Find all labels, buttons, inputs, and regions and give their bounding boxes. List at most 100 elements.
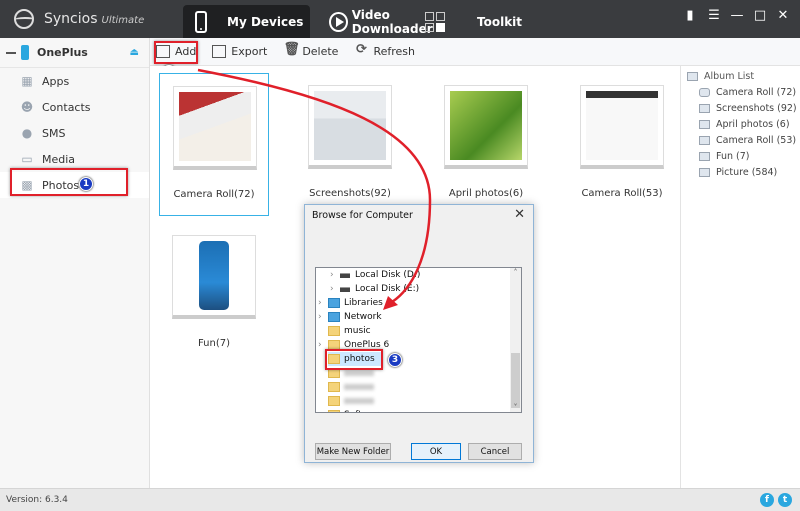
chevron-right-icon: › <box>318 298 322 308</box>
apps-icon: ▦ <box>21 74 33 88</box>
album-list-label: Picture (584) <box>716 166 778 178</box>
chevron-right-icon: › <box>330 284 334 294</box>
cancel-button[interactable]: Cancel <box>468 443 522 460</box>
device-phone-icon <box>21 45 29 60</box>
album-list-item[interactable]: April photos (6) <box>681 116 800 132</box>
network-icon <box>328 312 340 322</box>
tree-label: Local Disk (D:) <box>355 270 421 280</box>
album-list-header: Album List <box>681 68 800 84</box>
version-label: Version: 6.3.4 <box>6 495 68 505</box>
album-item[interactable]: Camera Roll(53) <box>567 73 677 218</box>
minimize-icon[interactable]: — <box>729 8 745 23</box>
media-icon: ▭ <box>21 152 33 166</box>
grid-icon <box>425 11 445 32</box>
album-thumbnail <box>444 85 528 169</box>
toolbar: Add Export 🗑 Delete ⟳ Refresh <box>150 38 800 66</box>
feedback-icon[interactable]: ▮ <box>682 8 698 23</box>
album-thumbnail <box>173 86 257 170</box>
tree-item[interactable]: › Local Disk (E:) <box>330 282 419 296</box>
disk-icon <box>340 286 350 292</box>
tab-my-devices[interactable]: My Devices <box>183 5 310 38</box>
tree-item[interactable]: › Network <box>318 310 382 324</box>
album-label: April photos(6) <box>448 188 524 199</box>
refresh-icon: ⟳ <box>356 42 367 57</box>
menu-icon[interactable]: ☰ <box>706 8 722 23</box>
close-icon[interactable]: ✕ <box>775 8 791 23</box>
disk-icon <box>340 272 350 278</box>
album-item[interactable]: Screenshots(92) <box>295 73 405 218</box>
device-row[interactable]: OnePlus ⏏ <box>0 38 149 68</box>
sidebar-item-label: Contacts <box>42 100 91 114</box>
tree-item[interactable] <box>328 394 374 408</box>
album-item[interactable]: April photos(6) <box>431 73 541 218</box>
tree-scrollbar[interactable]: ˄ ˅ <box>510 268 521 412</box>
title-bar: Syncios Ultimate My Devices Video Downloa… <box>0 0 800 38</box>
export-button[interactable]: Export <box>212 45 267 58</box>
step-badge-3: 3 <box>388 353 402 367</box>
collapse-icon[interactable] <box>6 51 16 54</box>
delete-label: Delete <box>302 45 339 58</box>
album-thumbnail <box>580 85 664 169</box>
album-list-panel: Album List Camera Roll (72) Screenshots … <box>680 66 800 488</box>
refresh-label: Refresh <box>373 45 416 58</box>
make-new-folder-button[interactable]: Make New Folder <box>315 443 391 460</box>
scroll-down-icon[interactable]: ˅ <box>510 403 521 412</box>
blurred-label <box>344 398 374 404</box>
album-list-item[interactable]: Camera Roll (72) <box>681 84 800 100</box>
eject-icon[interactable]: ⏏ <box>130 47 139 58</box>
device-name: OnePlus <box>37 46 88 59</box>
blurred-label <box>344 370 374 376</box>
ok-button[interactable]: OK <box>411 443 461 460</box>
syncios-logo-icon <box>14 9 34 29</box>
export-label: Export <box>231 45 268 58</box>
maximize-icon[interactable]: □ <box>752 8 768 23</box>
tree-item[interactable]: › Libraries <box>318 296 383 310</box>
tree-label: Softwares <box>344 410 388 412</box>
scrollbar-thumb[interactable] <box>511 353 520 408</box>
dialog-close-icon[interactable]: ✕ <box>514 207 525 222</box>
folder-icon <box>328 326 340 336</box>
sidebar-item-sms[interactable]: ● SMS <box>0 120 149 146</box>
album-item[interactable]: Fun(7) <box>159 223 269 368</box>
album-item[interactable]: Camera Roll(72) <box>159 73 269 216</box>
tree-label: Network <box>344 312 382 322</box>
highlight-photos <box>10 168 128 196</box>
sidebar-item-contacts[interactable]: ☻ Contacts <box>0 94 149 120</box>
chevron-right-icon: › <box>330 270 334 280</box>
tree-item[interactable] <box>328 380 374 394</box>
trash-icon: 🗑 <box>283 42 300 57</box>
facebook-icon[interactable]: f <box>760 493 774 507</box>
album-list-item[interactable]: Picture (584) <box>681 164 800 180</box>
scroll-up-icon[interactable]: ˄ <box>510 268 521 277</box>
picture-icon <box>699 135 710 145</box>
highlight-add <box>154 41 198 64</box>
album-list-item[interactable]: Screenshots (92) <box>681 100 800 116</box>
picture-icon <box>699 151 710 161</box>
album-list-label: Camera Roll (72) <box>716 86 797 98</box>
twitter-icon[interactable]: t <box>778 493 792 507</box>
album-list-title: Album List <box>704 70 755 82</box>
tab-label: My Devices <box>227 14 304 29</box>
tab-toolkit[interactable]: Toolkit <box>425 5 565 38</box>
folder-icon <box>328 396 340 406</box>
tree-item[interactable]: › Local Disk (D:) <box>330 268 420 282</box>
contacts-icon: ☻ <box>20 100 34 114</box>
album-list-item[interactable]: Fun (7) <box>681 148 800 164</box>
tab-label: Toolkit <box>477 14 523 29</box>
play-icon <box>329 11 348 32</box>
sidebar-item-apps[interactable]: ▦ Apps <box>0 68 149 94</box>
album-list-item[interactable]: Camera Roll (53) <box>681 132 800 148</box>
tree-item[interactable]: music <box>328 324 371 338</box>
album-label: Screenshots(92) <box>309 188 391 199</box>
delete-button[interactable]: 🗑 Delete <box>283 42 339 58</box>
refresh-button[interactable]: ⟳ Refresh <box>354 42 416 58</box>
tree-label: Local Disk (E:) <box>355 284 420 294</box>
album-thumbnail <box>308 85 392 169</box>
picture-icon <box>699 167 710 177</box>
tree-item[interactable]: Softwares <box>328 408 388 412</box>
tree-label: Libraries <box>344 298 383 308</box>
export-icon <box>212 45 227 58</box>
sidebar-item-label: SMS <box>42 126 66 140</box>
folder-tree[interactable]: › Local Disk (D:) › Local Disk (E:) › Libra… <box>315 267 522 413</box>
libraries-icon <box>328 298 340 308</box>
